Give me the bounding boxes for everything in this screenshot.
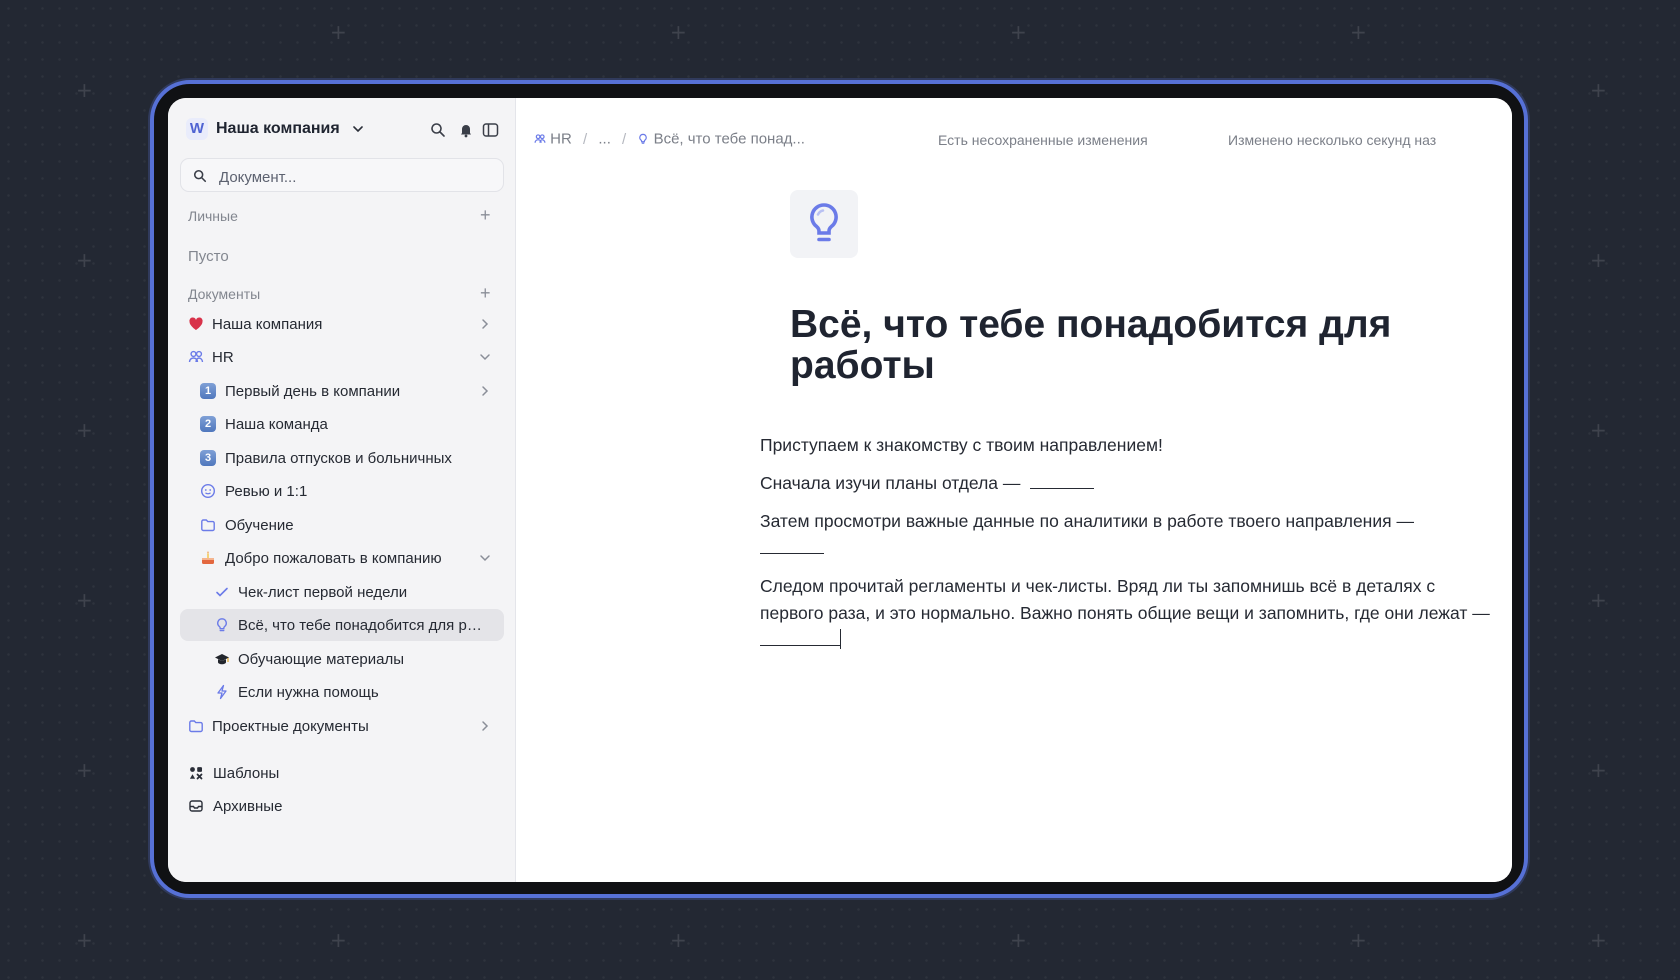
workspace-name: Наша компания [216,120,340,137]
document-paragraph[interactable]: Следом прочитай регламенты и чек-листы. … [760,573,1490,654]
cake-icon [202,551,214,564]
smiley-icon [200,483,216,499]
templates-icon [189,767,203,780]
unsaved-status: Есть несохраненные изменения [938,132,1148,148]
paragraph-text: Сначала изучи планы отдела — [760,473,1021,493]
sidebar-item-need-help[interactable]: Если нужна помощь [180,676,504,708]
heart-icon [189,317,203,330]
breadcrumb: HR / ... / Всё, что тебе понад... [534,130,805,148]
breadcrumb-separator: / [583,130,588,148]
app-window: W Наша компания Личные + Пусто Документы… [168,98,1512,882]
sidebar-item-label: Если нужна помощь [238,684,379,701]
bell-icon[interactable] [458,122,474,138]
keycap-2-icon: 2 [200,416,216,432]
search-icon [193,169,207,183]
search-input[interactable] [217,166,491,188]
breadcrumb-current[interactable]: Всё, что тебе понад... [654,131,805,148]
lightbulb-icon [639,133,648,144]
workspace-logo: W [186,118,208,140]
paragraph-text: Затем просмотри важные данные по аналити… [760,511,1414,531]
sidebar-item-label: Правила отпусков и больничных [225,450,452,467]
people-icon [188,350,204,363]
graduation-cap-icon [215,654,229,665]
chevron-down-icon[interactable] [478,551,492,565]
sidebar-item-learning-materials[interactable]: Обучающие материалы [180,643,504,675]
archive-icon [189,800,203,812]
chevron-right-icon[interactable] [478,384,492,398]
sidebar-item-label: Обучение [225,517,294,534]
chevron-down-icon[interactable] [478,350,492,364]
sidebar-item-templates[interactable]: Шаблоны [180,757,504,789]
sidebar-item-label: Шаблоны [213,765,280,782]
sidebar-item-archive[interactable]: Архивные [180,790,504,822]
document-pane: HR / ... / Всё, что тебе понад... Есть н… [516,98,1512,882]
sidebar-item-label: Обучающие материалы [238,651,405,668]
chevron-down-icon [353,126,363,133]
keycap-1-icon: 1 [200,383,216,399]
document-paragraph[interactable]: Сначала изучи планы отдела — [760,470,1490,497]
sidebar-item-review[interactable]: Ревью и 1:1 [180,475,504,507]
folder-icon [189,720,203,733]
sidebar-item-first-day[interactable]: 1 Первый день в компании [180,375,504,407]
sidebar-item-label: Первый день в компании [225,383,401,400]
sidebar: W Наша компания Личные + Пусто Документы… [168,98,516,882]
add-personal-plus-icon[interactable]: + [480,206,491,224]
sidebar-item-our-team[interactable]: 2 Наша команда [180,408,504,440]
sidebar-item-hr[interactable]: HR [180,341,504,373]
document-paragraph[interactable]: Затем просмотри важные данные по аналити… [760,508,1490,562]
link-placeholder-blank[interactable] [1030,474,1095,489]
breadcrumb-separator: / [622,130,627,148]
link-placeholder-blank[interactable] [760,539,824,554]
sidebar-item-label: HR [212,349,234,366]
sidebar-item-training[interactable]: Обучение [180,509,504,541]
paragraph-text: Приступаем к знакомству с твоим направле… [760,435,1163,455]
search-field[interactable] [180,158,504,192]
document-paragraph[interactable]: Приступаем к знакомству с твоим направле… [760,432,1490,459]
sidebar-toggle-icon[interactable] [482,122,499,138]
section-label-documents: Документы [188,286,261,302]
sidebar-item-vacation-rules[interactable]: 3 Правила отпусков и больничных [180,442,504,474]
document-title[interactable]: Всё, что тебе понадобится для работы [790,304,1470,386]
section-label-personal: Личные [188,208,238,224]
paragraph-text: Следом прочитай регламенты и чек-листы. … [760,576,1490,623]
sidebar-item-welcome[interactable]: Добро пожаловать в компанию [180,542,504,574]
sidebar-item-label: Добро пожаловать в компанию [225,550,442,567]
check-icon [216,587,228,597]
sidebar-item-label: Наша компания [212,316,323,333]
search-icon[interactable] [430,122,446,138]
breadcrumb-hr[interactable]: HR [550,131,572,148]
link-placeholder-blank[interactable] [760,631,840,646]
sidebar-item-everything-you-need[interactable]: Всё, что тебе понадобится для работы [180,609,504,641]
lightbulb-icon [810,203,838,242]
sidebar-item-label: Чек-лист первой недели [238,584,408,601]
people-icon [534,134,546,143]
chevron-right-icon[interactable] [478,719,492,733]
sidebar-item-label: Наша команда [225,416,328,433]
sidebar-item-our-company[interactable]: Наша компания [180,308,504,340]
sidebar-item-label: Архивные [213,798,283,815]
workspace-switcher[interactable]: W Наша компания [186,118,496,144]
folder-icon [201,519,215,532]
sidebar-item-project-docs[interactable]: Проектные документы [180,710,504,742]
sidebar-item-first-week-checklist[interactable]: Чек-лист первой недели [180,576,504,608]
sidebar-item-label: Проектные документы [212,718,369,735]
text-caret [840,629,841,649]
lightbulb-icon [217,618,227,632]
keycap-3-icon: 3 [200,450,216,466]
chevron-right-icon[interactable] [478,317,492,331]
modified-status: Изменено несколько секунд наз [1228,132,1437,148]
sidebar-item-label: Ревью и 1:1 [225,483,308,500]
add-document-plus-icon[interactable]: + [480,284,491,302]
breadcrumb-ellipsis[interactable]: ... [598,131,611,148]
document-icon[interactable] [790,190,858,258]
personal-empty-text: Пусто [188,248,229,265]
lightning-icon [217,684,227,700]
sidebar-item-label: Всё, что тебе понадобится для работы [238,617,486,634]
